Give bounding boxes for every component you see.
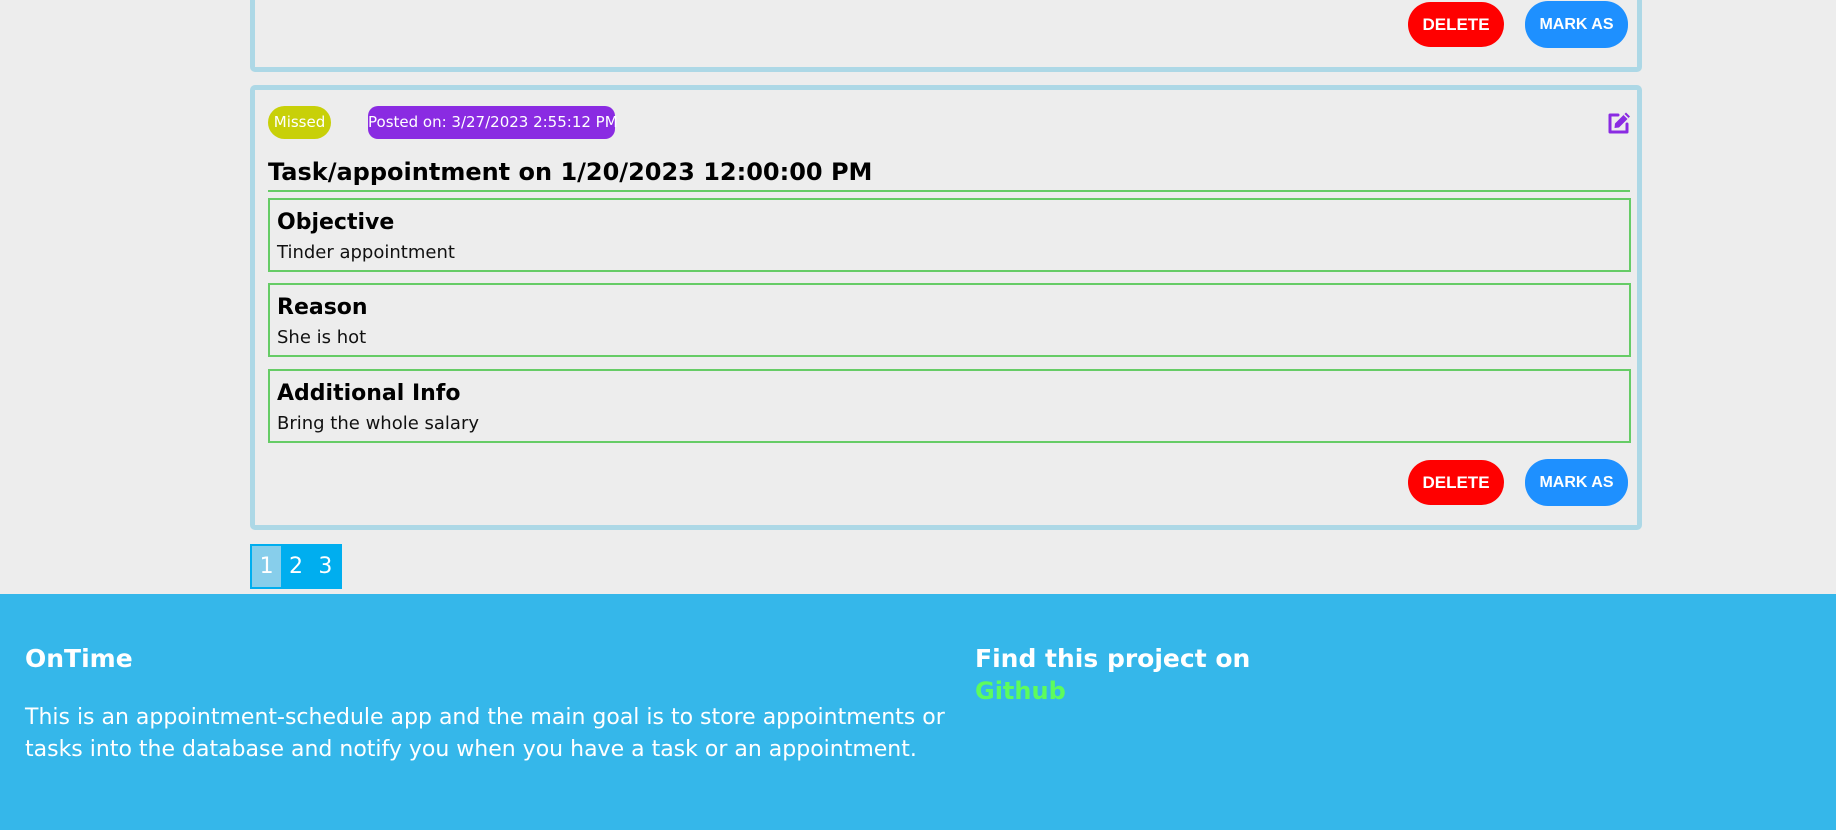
footer-find-label: Find this project on <box>975 644 1251 673</box>
pagination: 1 2 3 <box>250 544 342 589</box>
edit-icon[interactable] <box>1606 110 1632 136</box>
reason-section: Reason She is hot <box>268 283 1631 357</box>
mark-as-button[interactable]: MARK AS <box>1525 1 1628 48</box>
page-link-1[interactable]: 1 <box>252 546 282 587</box>
delete-button[interactable]: DELETE <box>1408 2 1504 47</box>
github-link[interactable]: Github <box>975 677 1066 705</box>
posted-date-badge: Posted on: 3/27/2023 2:55:12 PM <box>368 106 618 139</box>
task-card: Missed Posted on: 3/27/2023 2:55:12 PM T… <box>250 85 1642 530</box>
task-title: Task/appointment on 1/20/2023 12:00:00 P… <box>268 157 1630 192</box>
additional-info-section: Additional Info Bring the whole salary <box>268 369 1631 443</box>
footer-brand: OnTime <box>25 644 133 673</box>
task-card-previous: DELETE MARK AS <box>250 0 1642 72</box>
status-badge: Missed <box>268 106 331 139</box>
section-text: Tinder appointment <box>277 242 455 263</box>
page-link-3[interactable]: 3 <box>311 546 340 587</box>
section-text: Bring the whole salary <box>277 413 479 434</box>
section-text: She is hot <box>277 327 367 348</box>
page-link-2[interactable]: 2 <box>281 546 310 587</box>
delete-button[interactable]: DELETE <box>1408 460 1504 505</box>
footer: OnTime This is an appointment-schedule a… <box>0 594 1836 830</box>
mark-as-button[interactable]: MARK AS <box>1525 459 1628 506</box>
section-heading: Additional Info <box>277 381 461 406</box>
section-heading: Reason <box>277 295 368 320</box>
footer-description: This is an appointment-schedule app and … <box>25 705 945 762</box>
section-heading: Objective <box>277 210 395 235</box>
objective-section: Objective Tinder appointment <box>268 198 1631 272</box>
